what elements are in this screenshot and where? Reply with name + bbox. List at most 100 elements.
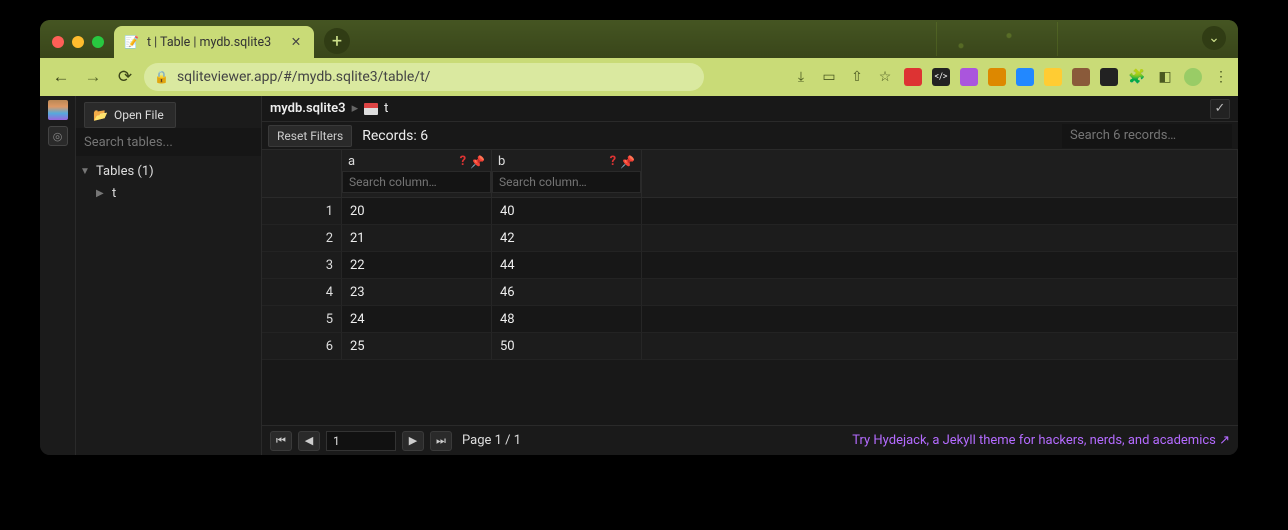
app-rail: ◎ [40, 96, 76, 455]
breadcrumb-db[interactable]: mydb.sqlite3 [270, 101, 346, 116]
nav-reload-button[interactable]: ⟳ [112, 67, 138, 87]
lock-icon: 🔒 [154, 70, 169, 84]
caret-down-icon: ▼ [80, 166, 90, 177]
column-name: b [498, 154, 505, 169]
browser-tab[interactable]: 📝 t | Table | mydb.sqlite3 ✕ [114, 26, 314, 58]
new-tab-button[interactable]: + [324, 28, 350, 54]
row-number[interactable]: 4 [262, 279, 342, 306]
tree-tables-group[interactable]: ▼ Tables (1) [80, 160, 261, 182]
tab-title: t | Table | mydb.sqlite3 [147, 35, 271, 50]
column-header-a[interactable]: a ? 📌 [342, 150, 492, 198]
bookmark-icon[interactable]: ☆ [876, 68, 894, 86]
extension-icon[interactable] [904, 68, 922, 86]
window-close-button[interactable] [52, 36, 64, 48]
cell[interactable]: 50 [492, 333, 642, 360]
extension-icon[interactable] [1016, 68, 1034, 86]
extension-icon[interactable] [1100, 68, 1118, 86]
page-prev-button[interactable]: ◀ [298, 431, 320, 451]
tab-close-button[interactable]: ✕ [288, 34, 304, 50]
browser-toolbar: ← → ⟳ 🔒 sqliteviewer.app/#/mydb.sqlite3/… [40, 58, 1238, 96]
row-number-header [262, 150, 342, 198]
column-type-unknown-icon[interactable]: ? [610, 154, 616, 169]
cell[interactable]: 22 [342, 252, 492, 279]
extension-icon[interactable] [960, 68, 978, 86]
pin-icon[interactable]: 📌 [620, 155, 635, 169]
pin-icon[interactable]: 📌 [470, 155, 485, 169]
cell[interactable]: 23 [342, 279, 492, 306]
cell[interactable]: 48 [492, 306, 642, 333]
side-panel-icon[interactable]: ◧ [1156, 68, 1174, 86]
page-number-input[interactable] [326, 431, 396, 451]
column-type-unknown-icon[interactable]: ? [460, 154, 466, 169]
extension-icon[interactable] [1072, 68, 1090, 86]
cell [642, 333, 1238, 360]
reset-filters-button[interactable]: Reset Filters [268, 125, 352, 147]
tables-tree: ▼ Tables (1) ▶ t [76, 156, 261, 204]
breadcrumb-table[interactable]: t [384, 101, 388, 116]
footer-promo-link[interactable]: Try Hydejack, a Jekyll theme for hackers… [852, 433, 1230, 448]
install-app-icon[interactable]: ⤓ [792, 68, 810, 86]
page-next-button[interactable]: ▶ [402, 431, 424, 451]
open-file-label: Open File [114, 108, 164, 122]
extension-icon[interactable] [988, 68, 1006, 86]
sidebar: 📂 Open File ▼ Tables (1) ▶ t [76, 96, 262, 455]
cell[interactable]: 40 [492, 198, 642, 225]
chevron-right-icon: ▸ [352, 101, 359, 116]
extension-icon[interactable]: </> [932, 68, 950, 86]
window-maximize-button[interactable] [92, 36, 104, 48]
cell[interactable]: 46 [492, 279, 642, 306]
cell [642, 198, 1238, 225]
row-number[interactable]: 2 [262, 225, 342, 252]
page-first-button[interactable]: ⏮ [270, 431, 292, 451]
tree-table-item[interactable]: ▶ t [80, 182, 261, 204]
window-minimize-button[interactable] [72, 36, 84, 48]
kebab-menu-icon[interactable]: ⋮ [1212, 68, 1230, 86]
open-file-button[interactable]: 📂 Open File [84, 102, 176, 128]
rail-item[interactable]: ◎ [48, 126, 68, 146]
filters-bar: Reset Filters Records: 6 [262, 122, 1238, 150]
app-logo-icon[interactable] [48, 100, 68, 120]
url-bar[interactable]: 🔒 sqliteviewer.app/#/mydb.sqlite3/table/… [144, 63, 704, 91]
cell [642, 252, 1238, 279]
cell[interactable]: 20 [342, 198, 492, 225]
data-grid: a ? 📌 b ? 📌 12040 [262, 150, 1238, 360]
tab-favicon: 📝 [124, 35, 139, 49]
cell [642, 279, 1238, 306]
cell[interactable]: 25 [342, 333, 492, 360]
cell[interactable]: 24 [342, 306, 492, 333]
page-last-button[interactable]: ⏭ [430, 431, 452, 451]
column-search-input[interactable] [492, 171, 641, 193]
profile-avatar[interactable] [1184, 68, 1202, 86]
confirm-check-button[interactable]: ✓ [1210, 99, 1230, 119]
column-name: a [348, 154, 355, 169]
pagination-bar: ⏮ ◀ ▶ ⏭ Page 1 / 1 Try Hydejack, a Jekyl… [262, 425, 1238, 455]
records-count-label: Records: 6 [362, 128, 428, 144]
tabs-dropdown-button[interactable]: ⌄ [1202, 26, 1226, 50]
nav-back-button[interactable]: ← [48, 67, 74, 87]
search-tables-input[interactable] [76, 128, 261, 156]
search-records-input[interactable] [1062, 124, 1232, 148]
extensions-puzzle-icon[interactable]: 🧩 [1128, 68, 1146, 86]
tree-table-label: t [112, 186, 116, 201]
column-search-input[interactable] [342, 171, 491, 193]
breadcrumb: mydb.sqlite3 ▸ t ✓ [262, 96, 1238, 122]
column-spacer [642, 150, 1238, 198]
column-header-b[interactable]: b ? 📌 [492, 150, 642, 198]
row-number[interactable]: 5 [262, 306, 342, 333]
cell[interactable]: 21 [342, 225, 492, 252]
nav-forward-button[interactable]: → [80, 67, 106, 87]
folder-icon: 📂 [93, 108, 108, 122]
page-icon[interactable]: ▭ [820, 68, 838, 86]
extension-icon[interactable] [1044, 68, 1062, 86]
tables-group-label: Tables (1) [96, 164, 154, 179]
row-number[interactable]: 3 [262, 252, 342, 279]
browser-tabstrip: 📝 t | Table | mydb.sqlite3 ✕ + ⌄ [40, 20, 1238, 58]
table-icon [364, 103, 378, 115]
share-icon[interactable]: ⇧ [848, 68, 866, 86]
cell[interactable]: 44 [492, 252, 642, 279]
cell[interactable]: 42 [492, 225, 642, 252]
row-number[interactable]: 1 [262, 198, 342, 225]
row-number[interactable]: 6 [262, 333, 342, 360]
cell [642, 306, 1238, 333]
main-panel: mydb.sqlite3 ▸ t ✓ Reset Filters Records… [262, 96, 1238, 455]
